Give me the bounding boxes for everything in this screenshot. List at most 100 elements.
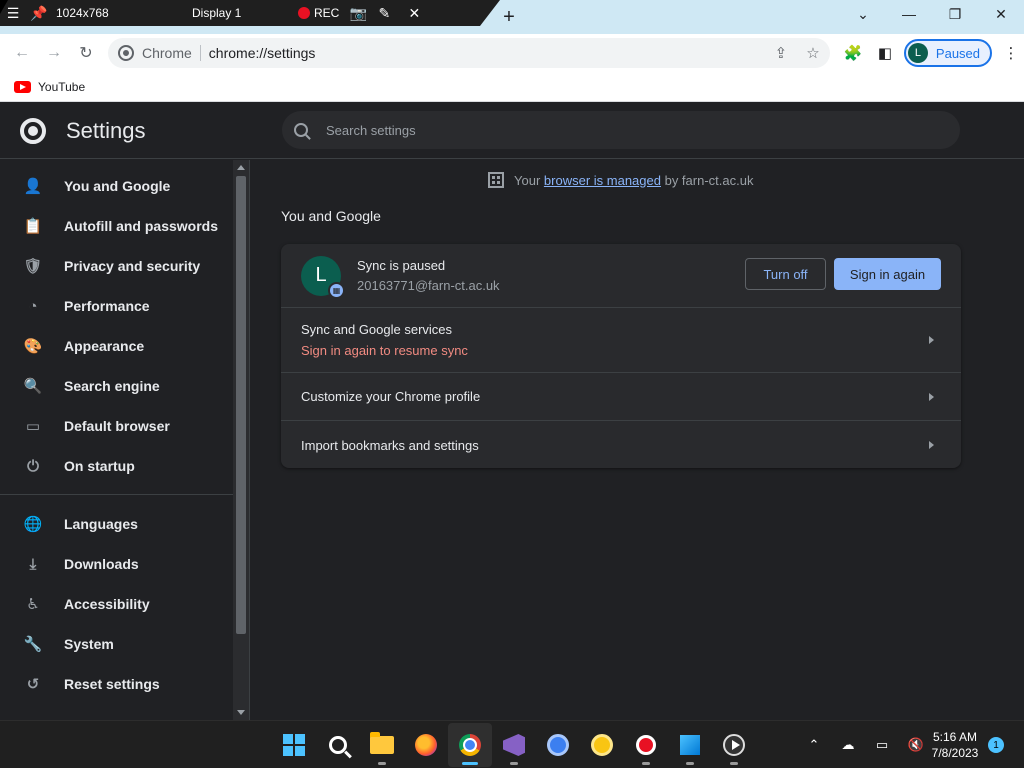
sidebar-scrollbar[interactable] [233, 160, 249, 720]
settings-search[interactable] [282, 111, 960, 149]
onedrive-icon[interactable]: ☁ [838, 737, 858, 753]
tiles-app-icon [680, 735, 700, 755]
browser-managed-link[interactable]: browser is managed [544, 173, 661, 188]
firefox-icon [415, 734, 437, 756]
address-bar[interactable]: Chrome chrome://settings ⇪ ☆ [108, 38, 830, 68]
sidebar-item-autofill[interactable]: 📋 Autofill and passwords [0, 206, 233, 246]
sync-account-row: L ▦ Sync is paused 20163771@farn-ct.ac.u… [281, 244, 961, 308]
minimize-button[interactable]: — [886, 0, 932, 28]
import-bookmarks-row[interactable]: Import bookmarks and settings [281, 421, 961, 468]
maximize-button[interactable]: ❐ [932, 0, 978, 28]
close-icon[interactable]: ✕ [401, 0, 427, 26]
start-button[interactable] [272, 723, 316, 767]
power-icon: ⏻ [27, 457, 39, 475]
camera-icon[interactable]: 📷 [345, 0, 371, 26]
building-icon [488, 172, 504, 188]
remote-display-toolbar: ☰ 📌 1024x768 Display 1 REC 📷 ✎ ✕ [0, 0, 500, 26]
sidebar-item-performance[interactable]: ◔ Performance [0, 286, 233, 326]
sidebar-item-appearance[interactable]: 🎨 Appearance [0, 326, 233, 366]
account-email: 20163771@farn-ct.ac.uk [357, 278, 500, 293]
network-icon[interactable]: ▭ [872, 737, 892, 753]
settings-sidebar: 👤 You and Google 📋 Autofill and password… [0, 160, 233, 720]
sidebar-item-languages[interactable]: 🌐 Languages [0, 504, 233, 544]
extensions-icon[interactable]: 🧩 [840, 40, 866, 66]
sidebar-item-label: Accessibility [64, 596, 150, 612]
pin-icon[interactable]: 📌 [26, 0, 52, 26]
sync-and-google-services-row[interactable]: Sync and Google services Sign in again t… [281, 308, 961, 373]
back-button[interactable]: ← [6, 37, 38, 69]
clock[interactable]: 5:16 AM 7/8/2023 [920, 729, 990, 761]
chevron-right-icon [929, 441, 934, 449]
mouse-cursor [0, 0, 8, 14]
taskbar-app-blue[interactable] [536, 723, 580, 767]
avatar: L ▦ [301, 255, 345, 299]
taskbar-app-yellow[interactable] [580, 723, 624, 767]
sign-in-again-button[interactable]: Sign in again [834, 258, 941, 290]
record-label: REC [314, 6, 340, 20]
close-window-button[interactable]: ✕ [978, 0, 1024, 28]
taskbar-file-explorer[interactable] [360, 723, 404, 767]
avatar-initial: L [315, 264, 327, 286]
sidebar-item-default-browser[interactable]: ▭ Default browser [0, 406, 233, 446]
sidebar-item-downloads[interactable]: ⤓ Downloads [0, 544, 233, 584]
chrome-site-icon[interactable] [118, 45, 134, 61]
new-tab-button[interactable]: + [497, 5, 521, 29]
speedometer-icon: ◔ [28, 297, 38, 315]
record-button[interactable]: REC [298, 6, 339, 20]
visual-studio-icon [503, 734, 525, 756]
taskbar-firefox[interactable] [404, 723, 448, 767]
sidebar-item-label: Privacy and security [64, 258, 201, 274]
taskbar-recorder[interactable] [624, 723, 668, 767]
system-tray: ⌃ ☁ ▭ 🔇 [804, 721, 926, 768]
omnibox-chip: Chrome [142, 45, 201, 61]
search-input[interactable] [326, 122, 886, 138]
sidebar-divider [0, 494, 233, 495]
url-text[interactable]: chrome://settings [209, 45, 316, 61]
page-title: Settings [66, 117, 146, 143]
taskbar-app-tiles[interactable] [668, 723, 712, 767]
sidebar-item-on-startup[interactable]: ⏻ On startup [0, 446, 233, 486]
row-label: Customize your Chrome profile [301, 389, 481, 404]
taskbar: ⌃ ☁ ▭ 🔇 5:16 AM 7/8/2023 1 [0, 720, 1024, 768]
more-menu-icon[interactable]: ⋮ [998, 40, 1024, 66]
sidebar-item-label: Performance [64, 298, 150, 314]
taskbar-chrome[interactable] [448, 723, 492, 767]
sidebar-item-system[interactable]: 🔧 System [0, 624, 233, 664]
display-label[interactable]: Display 1 [192, 6, 292, 20]
customize-profile-row[interactable]: Customize your Chrome profile [281, 373, 961, 421]
scroll-up-arrow-icon[interactable] [237, 165, 245, 170]
side-panel-icon[interactable]: ◧ [872, 40, 898, 66]
browser-icon: ▭ [25, 418, 41, 435]
taskbar-apps [272, 721, 756, 768]
sidebar-item-reset-settings[interactable]: ↺ Reset settings [0, 664, 233, 704]
chevron-right-icon [929, 392, 934, 401]
sidebar-item-you-and-google[interactable]: 👤 You and Google [0, 166, 233, 206]
taskbar-media-player[interactable] [712, 723, 756, 767]
sidebar-item-accessibility[interactable]: ♿ Accessibility [0, 584, 233, 624]
taskbar-visual-studio[interactable] [492, 723, 536, 767]
sidebar-item-label: Downloads [64, 556, 139, 572]
scroll-down-arrow-icon[interactable] [237, 710, 245, 715]
tab-search-icon[interactable]: ⌄ [840, 0, 886, 28]
notification-badge[interactable]: 1 [988, 737, 1004, 753]
turn-off-button[interactable]: Turn off [745, 258, 826, 290]
managed-badge-icon: ▦ [328, 281, 345, 299]
scroll-thumb[interactable] [236, 176, 246, 634]
bookmark-youtube[interactable]: YouTube [14, 80, 85, 94]
forward-button[interactable]: → [38, 37, 70, 69]
record-icon [298, 7, 310, 19]
share-icon[interactable]: ⇪ [770, 44, 792, 62]
pencil-icon[interactable]: ✎ [371, 0, 397, 26]
sidebar-item-privacy[interactable]: 🛡 Privacy and security [0, 246, 233, 286]
chevron-up-icon[interactable]: ⌃ [804, 737, 824, 753]
bookmark-star-icon[interactable]: ☆ [802, 44, 824, 62]
sidebar-item-label: Reset settings [64, 676, 160, 692]
sidebar-item-search-engine[interactable]: 🔍 Search engine [0, 366, 233, 406]
reset-icon: ↺ [26, 676, 40, 693]
profile-button[interactable]: L Paused [903, 39, 993, 67]
taskbar-search-button[interactable] [316, 723, 360, 767]
palette-icon: 🎨 [23, 338, 43, 355]
reload-button[interactable]: ↻ [70, 37, 102, 69]
clock-date: 7/8/2023 [931, 746, 979, 760]
wrench-icon: 🔧 [23, 636, 43, 653]
